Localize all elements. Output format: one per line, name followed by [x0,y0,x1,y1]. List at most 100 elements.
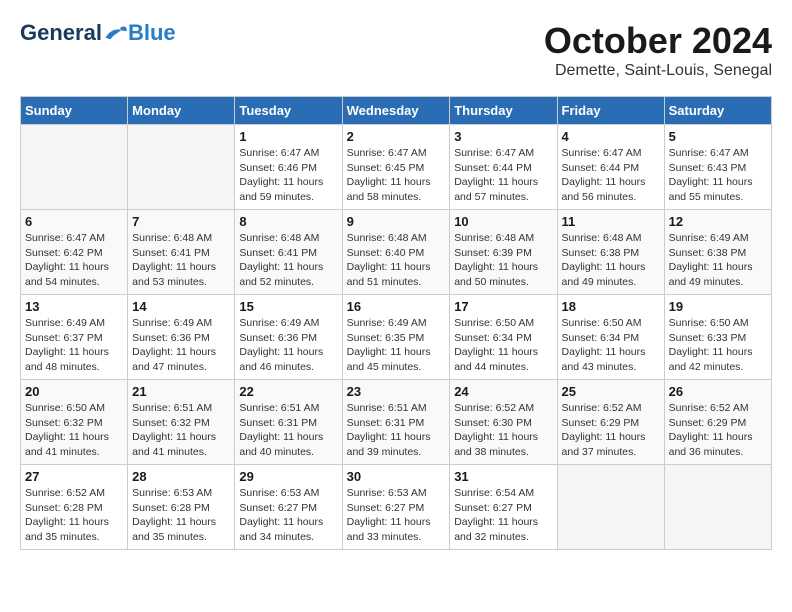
sunset-text: Sunset: 6:27 PM [239,502,317,514]
sunset-text: Sunset: 6:36 PM [132,332,210,344]
calendar-cell: 3Sunrise: 6:47 AMSunset: 6:44 PMDaylight… [450,125,557,210]
calendar-cell: 19Sunrise: 6:50 AMSunset: 6:33 PMDayligh… [664,295,771,380]
day-number: 27 [25,469,123,484]
day-info: Sunrise: 6:48 AMSunset: 6:41 PMDaylight:… [239,231,337,290]
day-info: Sunrise: 6:49 AMSunset: 6:35 PMDaylight:… [347,316,446,375]
day-number: 23 [347,384,446,399]
day-number: 10 [454,214,552,229]
daylight-text: Daylight: 11 hours and 49 minutes. [562,261,646,288]
sunrise-text: Sunrise: 6:49 AM [25,317,105,329]
day-number: 17 [454,299,552,314]
sunset-text: Sunset: 6:43 PM [669,162,747,174]
sunset-text: Sunset: 6:30 PM [454,417,532,429]
daylight-text: Daylight: 11 hours and 33 minutes. [347,516,431,543]
sunrise-text: Sunrise: 6:54 AM [454,487,534,499]
sunrise-text: Sunrise: 6:52 AM [454,402,534,414]
sunset-text: Sunset: 6:27 PM [454,502,532,514]
day-number: 12 [669,214,767,229]
sunset-text: Sunset: 6:44 PM [454,162,532,174]
calendar-cell: 22Sunrise: 6:51 AMSunset: 6:31 PMDayligh… [235,380,342,465]
daylight-text: Daylight: 11 hours and 44 minutes. [454,346,538,373]
daylight-text: Daylight: 11 hours and 43 minutes. [562,346,646,373]
sunset-text: Sunset: 6:32 PM [132,417,210,429]
sunset-text: Sunset: 6:27 PM [347,502,425,514]
calendar-cell: 1Sunrise: 6:47 AMSunset: 6:46 PMDaylight… [235,125,342,210]
sunset-text: Sunset: 6:44 PM [562,162,640,174]
day-number: 11 [562,214,660,229]
calendar-week-2: 6Sunrise: 6:47 AMSunset: 6:42 PMDaylight… [21,210,772,295]
calendar-cell: 6Sunrise: 6:47 AMSunset: 6:42 PMDaylight… [21,210,128,295]
calendar-week-5: 27Sunrise: 6:52 AMSunset: 6:28 PMDayligh… [21,465,772,550]
calendar-cell [128,125,235,210]
day-header-sunday: Sunday [21,97,128,125]
calendar-cell: 5 Sunrise: 6:47 AMSunset: 6:43 PMDaylight… [664,125,771,210]
day-number: 4 [562,129,660,144]
sunrise-text: Sunrise: 6:48 AM [347,232,427,244]
daylight-text: Daylight: 11 hours and 36 minutes. [669,431,753,458]
day-info: Sunrise: 6:48 AMSunset: 6:39 PMDaylight:… [454,231,552,290]
day-info: Sunrise: 6:49 AMSunset: 6:36 PMDaylight:… [132,316,230,375]
sunrise-text: Sunrise: 6:52 AM [562,402,642,414]
day-header-friday: Friday [557,97,664,125]
sunset-text: Sunset: 6:31 PM [239,417,317,429]
logo-bird-icon [104,23,128,43]
calendar-cell [664,465,771,550]
sunrise-text: Sunrise: 6:49 AM [239,317,319,329]
calendar-cell: 10 Sunrise: 6:48 AMSunset: 6:39 PMDayligh… [450,210,557,295]
day-number: 16 [347,299,446,314]
daylight-text: Daylight: 11 hours and 41 minutes. [25,431,109,458]
day-number: 20 [25,384,123,399]
calendar-cell: 7Sunrise: 6:48 AMSunset: 6:41 PMDaylight… [128,210,235,295]
daylight-text: Daylight: 11 hours and 38 minutes. [454,431,538,458]
calendar-cell: 4Sunrise: 6:47 AMSunset: 6:44 PMDaylight… [557,125,664,210]
day-header-tuesday: Tuesday [235,97,342,125]
daylight-text: Daylight: 11 hours and 39 minutes. [347,431,431,458]
calendar-cell: 27Sunrise: 6:52 AMSunset: 6:28 PMDayligh… [21,465,128,550]
calendar-cell: 21Sunrise: 6:51 AMSunset: 6:32 PMDayligh… [128,380,235,465]
sunrise-text: Sunrise: 6:49 AM [669,232,749,244]
day-number: 29 [239,469,337,484]
day-info: Sunrise: 6:48 AMSunset: 6:41 PMDaylight:… [132,231,230,290]
calendar-week-3: 13Sunrise: 6:49 AMSunset: 6:37 PMDayligh… [21,295,772,380]
sunrise-text: Sunrise: 6:48 AM [132,232,212,244]
sunset-text: Sunset: 6:45 PM [347,162,425,174]
daylight-text: Daylight: 11 hours and 58 minutes. [347,176,431,203]
daylight-text: Daylight: 11 hours and 37 minutes. [562,431,646,458]
sunset-text: Sunset: 6:29 PM [669,417,747,429]
sunrise-text: Sunrise: 6:47 AM [454,147,534,159]
calendar-cell: 31Sunrise: 6:54 AMSunset: 6:27 PMDayligh… [450,465,557,550]
daylight-text: Daylight: 11 hours and 40 minutes. [239,431,323,458]
day-number: 25 [562,384,660,399]
sunset-text: Sunset: 6:39 PM [454,247,532,259]
day-number: 22 [239,384,337,399]
daylight-text: Daylight: 11 hours and 34 minutes. [239,516,323,543]
calendar-cell: 18Sunrise: 6:50 AMSunset: 6:34 PMDayligh… [557,295,664,380]
sunrise-text: Sunrise: 6:49 AM [347,317,427,329]
calendar-cell: 17Sunrise: 6:50 AMSunset: 6:34 PMDayligh… [450,295,557,380]
sunrise-text: Sunrise: 6:47 AM [562,147,642,159]
calendar-cell: 2Sunrise: 6:47 AMSunset: 6:45 PMDaylight… [342,125,450,210]
day-number: 30 [347,469,446,484]
day-number: 8 [239,214,337,229]
calendar-cell: 29Sunrise: 6:53 AMSunset: 6:27 PMDayligh… [235,465,342,550]
daylight-text: Daylight: 11 hours and 59 minutes. [239,176,323,203]
day-number: 6 [25,214,123,229]
sunset-text: Sunset: 6:38 PM [669,247,747,259]
day-number: 1 [239,129,337,144]
day-info: Sunrise: 6:47 AMSunset: 6:44 PMDaylight:… [454,146,552,205]
sunrise-text: Sunrise: 6:48 AM [239,232,319,244]
day-header-thursday: Thursday [450,97,557,125]
day-number: 5 [669,129,767,144]
calendar-cell: 30Sunrise: 6:53 AMSunset: 6:27 PMDayligh… [342,465,450,550]
calendar-cell: 15Sunrise: 6:49 AMSunset: 6:36 PMDayligh… [235,295,342,380]
daylight-text: Daylight: 11 hours and 45 minutes. [347,346,431,373]
sunrise-text: Sunrise: 6:50 AM [25,402,105,414]
day-info: Sunrise: 6:47 AMSunset: 6:43 PMDaylight:… [669,146,767,205]
day-number: 2 [347,129,446,144]
daylight-text: Daylight: 11 hours and 47 minutes. [132,346,216,373]
sunrise-text: Sunrise: 6:48 AM [562,232,642,244]
calendar-cell: 13Sunrise: 6:49 AMSunset: 6:37 PMDayligh… [21,295,128,380]
sunrise-text: Sunrise: 6:47 AM [25,232,105,244]
daylight-text: Daylight: 11 hours and 55 minutes. [669,176,753,203]
day-info: Sunrise: 6:48 AMSunset: 6:40 PMDaylight:… [347,231,446,290]
